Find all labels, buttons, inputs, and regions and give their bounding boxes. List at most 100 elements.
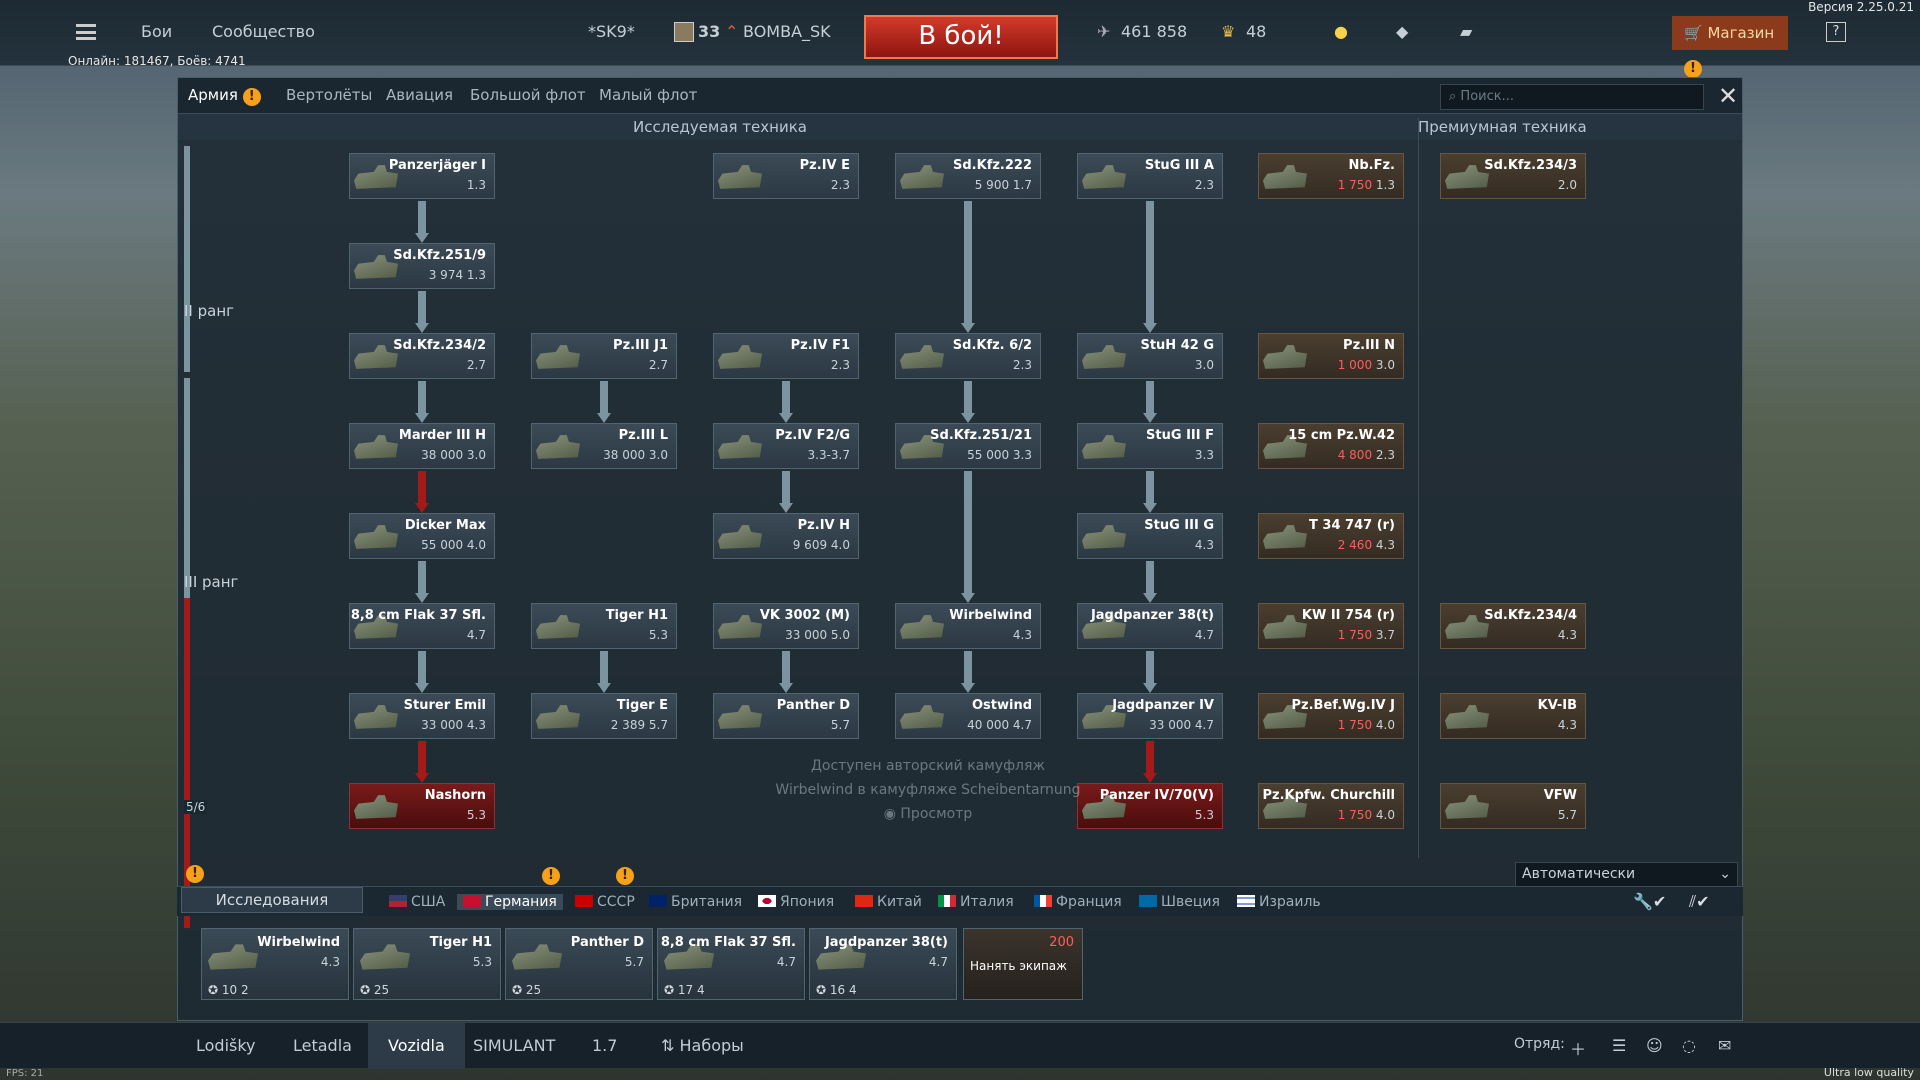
vehicle-card[interactable]: Sd.Kfz.251/21 55 000 3.3 [895,423,1041,469]
tab-coastal-fleet[interactable]: Малый флот [599,86,697,104]
battle-rating: 4.3 [1557,628,1577,642]
premium-vehicle-card[interactable]: Sd.Kfz.234/3 2.0 [1440,153,1586,199]
vehicle-card[interactable]: Pz.IV E 2.3 [713,153,859,199]
vehicle-card[interactable]: Ostwind 40 000 4.7 [895,693,1041,739]
vehicle-card[interactable]: Jagdpanzer IV 33 000 4.7 [1077,693,1223,739]
tab-army[interactable]: Армия ! [188,86,261,106]
mail-icon[interactable]: ✉ [1718,1036,1731,1055]
vehicle-card[interactable]: Panther D 5.7 [713,693,859,739]
hire-crew-slot[interactable]: 200 Нанять экипаж [963,928,1083,1000]
premium-vehicle-card[interactable]: 15 cm Pz.W.42 4 800 2.3 [1258,423,1404,469]
vehicle-card[interactable]: Sd.Kfz. 6/2 2.3 [895,333,1041,379]
to-battle-button[interactable]: В бой! [864,15,1058,59]
vehicle-stats: 55 000 4.0 [421,538,486,552]
help-icon[interactable]: ? [1826,22,1846,42]
vehicle-card[interactable]: Tiger H1 5.3 [531,603,677,649]
warning-icon[interactable]: ! [186,865,204,883]
nation-sweden[interactable]: Швеция [1139,894,1220,910]
footer-tab-vehicles[interactable]: Vozidla [368,1023,465,1069]
footer-tab-boats[interactable]: Lodišky [196,1036,256,1055]
vehicle-card[interactable]: StuG III G 4.3 [1077,513,1223,559]
tab-aviation[interactable]: Авиация [386,86,453,104]
nation-israel[interactable]: Израиль [1237,894,1321,910]
close-icon[interactable]: ✕ [1718,82,1738,110]
tree-connector [1146,381,1154,413]
crew-slot[interactable]: Jagdpanzer 38(t) 4.7 ✪ 16 4 [809,928,957,1000]
premium-vehicle-card[interactable]: Nb.Fz. 1 750 1.3 [1258,153,1404,199]
rank-chevron-icon: ⌃ [725,22,739,41]
menu-icon[interactable] [76,24,96,40]
tab-helicopters[interactable]: Вертолёты [286,86,372,104]
crew-slot[interactable]: Tiger H1 5.3 ✪ 25 [353,928,501,1000]
vehicle-card[interactable]: Tiger E 2 389 5.7 [531,693,677,739]
search-input[interactable]: ⌕ Поиск... [1440,84,1704,110]
premium-vehicle-card[interactable]: Pz.III N 1 000 3.0 [1258,333,1404,379]
footer-tab-planes[interactable]: Letadla [293,1036,352,1055]
vehicle-card[interactable]: StuG III A 2.3 [1077,153,1223,199]
vehicle-card[interactable]: Marder III H 38 000 3.0 [349,423,495,469]
avatar[interactable] [674,22,694,42]
vehicle-name: Sd.Kfz. 6/2 [952,338,1032,353]
diamond-icon[interactable]: ◆ [1396,22,1408,41]
footer-tab-simulant[interactable]: SIMULANT [473,1036,555,1055]
vehicle-card[interactable]: StuH 42 G 3.0 [1077,333,1223,379]
premium-vehicle-card[interactable]: T 34 747 (r) 2 460 4.3 [1258,513,1404,559]
camo-preview-link[interactable]: ◉ Просмотр [763,802,1093,826]
vehicle-card[interactable]: Pz.III J1 2.7 [531,333,677,379]
premium-vehicle-card[interactable]: Pz.Kpfw. Churchill 1 750 4.0 [1258,783,1404,829]
coupon-icon[interactable]: ▰ [1460,22,1472,41]
add-squad-icon[interactable]: ＋ [1570,1036,1586,1060]
vehicle-card[interactable]: Pz.IV F2/G 3.3-3.7 [713,423,859,469]
premium-vehicle-card[interactable]: Sd.Kfz.234/4 4.3 [1440,603,1586,649]
vehicle-card[interactable]: Jagdpanzer 38(t) 4.7 [1077,603,1223,649]
vehicle-card[interactable]: Nashorn 5.3 [349,783,495,829]
vehicle-card[interactable]: VK 3002 (M) 33 000 5.0 [713,603,859,649]
research-toggle[interactable]: Исследования [181,887,363,913]
premium-vehicle-card[interactable]: KW II 754 (r) 1 750 3.7 [1258,603,1404,649]
vehicle-card[interactable]: Pz.IV H 9 609 4.0 [713,513,859,559]
vehicle-card[interactable]: Panzerjäger I 1.3 [349,153,495,199]
vehicle-card[interactable]: Pz.IV F1 2.3 [713,333,859,379]
chat-icon[interactable]: ◌ [1682,1036,1696,1055]
list-icon[interactable]: ☰ [1612,1036,1626,1055]
crew-slot[interactable]: Wirbelwind 4.3 ✪ 10 2 [201,928,349,1000]
vehicle-card[interactable]: Sd.Kfz.222 5 900 1.7 [895,153,1041,199]
friends-icon[interactable]: ☺ [1646,1036,1663,1055]
nation-italy[interactable]: Италия [938,894,1014,910]
nation-ussr[interactable]: СССР [575,894,635,910]
camo-preview-label: Просмотр [900,806,973,822]
vehicle-stats: 1 750 1.3 [1338,178,1395,192]
premium-header: Премиумная техника [1418,118,1587,136]
vehicle-card[interactable]: Panzer IV/70(V) 5.3 [1077,783,1223,829]
presets-button[interactable]: ⇅ Наборы [661,1036,744,1055]
vehicle-card[interactable]: Sd.Kfz.251/9 3 974 1.3 [349,243,495,289]
vehicle-card[interactable]: 8,8 cm Flak 37 Sfl. 4.7 [349,603,495,649]
nation-usa[interactable]: США [389,894,445,910]
crew-slot[interactable]: 8,8 cm Flak 37 Sfl. 4.7 ✪ 17 4 [657,928,805,1000]
nation-britain[interactable]: Британия [649,894,742,910]
nation-japan[interactable]: Япония [758,894,834,910]
premium-vehicle-card[interactable]: VFW 5.7 [1440,783,1586,829]
ammo-icon[interactable]: ⫽✔ [1689,892,1710,912]
shop-button[interactable]: 🛒 Магазин ! [1672,16,1788,78]
nickname[interactable]: BOMBA_SK [743,22,831,41]
battles-menu[interactable]: Бои [141,22,172,41]
vehicle-card[interactable]: Sd.Kfz.234/2 2.7 [349,333,495,379]
repair-icon[interactable]: 🔧✔ [1633,892,1666,911]
vehicle-card[interactable]: Wirbelwind 4.3 [895,603,1041,649]
footer-tab-br[interactable]: 1.7 [592,1036,617,1055]
nation-china[interactable]: Китай [855,894,922,910]
community-menu[interactable]: Сообщество [212,22,315,41]
crew-slot[interactable]: Panther D 5.7 ✪ 25 [505,928,653,1000]
nation-germany[interactable]: Германия [457,894,563,910]
vehicle-card[interactable]: Pz.III L 38 000 3.0 [531,423,677,469]
premium-vehicle-card[interactable]: KV-IB 4.3 [1440,693,1586,739]
tab-bluewater-fleet[interactable]: Большой флот [470,86,586,104]
vehicle-card[interactable]: StuG III F 3.3 [1077,423,1223,469]
crew-assign-dropdown[interactable]: Автоматически ⌄ [1515,862,1738,888]
vehicle-card[interactable]: Dicker Max 55 000 4.0 [349,513,495,559]
premium-vehicle-card[interactable]: Pz.Bef.Wg.IV J 1 750 4.0 [1258,693,1404,739]
nation-france[interactable]: Франция [1034,894,1122,910]
vehicle-card[interactable]: Sturer Emil 33 000 4.3 [349,693,495,739]
lightbulb-icon[interactable]: ● [1334,22,1348,41]
